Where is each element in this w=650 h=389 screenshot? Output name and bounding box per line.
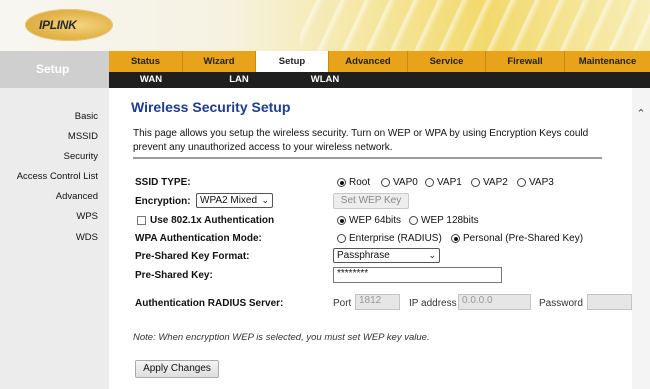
sidebar-item-wds[interactable]: WDS — [76, 232, 98, 243]
wep-64-radio[interactable] — [337, 216, 346, 225]
sub-nav: WAN LAN WLAN — [109, 72, 650, 88]
scrollbar[interactable] — [632, 88, 650, 389]
encryption-label: Encryption: — [135, 196, 191, 207]
psk-format-label: Pre-Shared Key Format: — [135, 251, 250, 262]
ssid-radio-vap2[interactable] — [471, 178, 480, 187]
wpa-enterprise-radio[interactable] — [337, 234, 346, 243]
chevron-down-icon: ⌄ — [428, 250, 436, 260]
divider — [133, 157, 602, 159]
psk-input[interactable]: ******** — [333, 267, 502, 283]
psk-format-select[interactable]: Passphrase ⌄ — [333, 248, 440, 263]
tab-firewall[interactable]: Firewall — [486, 51, 565, 72]
wpa-personal-radio[interactable] — [451, 234, 460, 243]
ssid-radio-vap1[interactable] — [425, 178, 434, 187]
scroll-up-icon[interactable]: ⌃ — [632, 107, 650, 121]
ssid-option-label: VAP3 — [529, 177, 554, 188]
wpa-auth-label: WPA Authentication Mode: — [135, 233, 262, 244]
sidebar-item-advanced[interactable]: Advanced — [56, 191, 98, 202]
ip-address-input[interactable]: 0.0.0.0 — [458, 294, 531, 310]
encryption-select[interactable]: WPA2 Mixed ⌄ — [196, 193, 273, 208]
psk-label: Pre-Shared Key: — [135, 270, 213, 281]
ssid-option-label: VAP0 — [393, 177, 418, 188]
ssid-option-label: Root — [349, 177, 371, 188]
sidebar-item-wps[interactable]: WPS — [76, 211, 98, 222]
set-wep-key-button[interactable]: Set WEP Key — [333, 193, 409, 209]
ip-address-label: IP address — [409, 298, 457, 309]
tab-status[interactable]: Status — [109, 51, 183, 72]
chevron-down-icon: ⌄ — [261, 195, 269, 205]
radius-server-label: Authentication RADIUS Server: — [135, 298, 284, 309]
use-8021x-checkbox[interactable] — [137, 216, 146, 225]
tab-service[interactable]: Service — [408, 51, 486, 72]
wep-128-label: WEP 128bits — [421, 215, 479, 226]
wep-128-radio[interactable] — [409, 216, 418, 225]
tab-wizard[interactable]: Wizard — [183, 51, 256, 72]
tab-advanced[interactable]: Advanced — [329, 51, 408, 72]
tab-setup[interactable]: Setup — [256, 51, 329, 72]
subtab-wan[interactable]: WAN — [121, 72, 181, 88]
ssid-type-label: SSID TYPE: — [135, 177, 191, 188]
ssid-radio-root[interactable] — [337, 178, 346, 187]
port-label: Port — [333, 298, 352, 309]
brand-logo: IPLINK — [25, 9, 113, 41]
psk-format-value: Passphrase — [337, 250, 390, 261]
password-label: Password — [539, 298, 583, 309]
wpa-personal-label: Personal (Pre-Shared Key) — [463, 233, 584, 244]
ssid-option-label: VAP1 — [437, 177, 462, 188]
ssid-radio-vap0[interactable] — [381, 178, 390, 187]
tab-maintenance[interactable]: Maintenance — [565, 51, 650, 72]
banner-decoration — [300, 0, 650, 51]
sidebar-item-basic[interactable]: Basic — [75, 111, 98, 122]
use-8021x-label: Use 802.1x Authentication — [150, 215, 275, 226]
encryption-value: WPA2 Mixed — [200, 195, 258, 206]
logo-text: IPLINK — [39, 18, 77, 32]
wep-note: Note: When encryption WEP is selected, y… — [133, 332, 430, 343]
subtab-wlan[interactable]: WLAN — [295, 72, 355, 88]
side-panel-title: Setup — [36, 62, 70, 76]
sidebar-item-access-control-list[interactable]: Access Control List — [17, 171, 98, 182]
main-nav: Status Wizard Setup Advanced Service Fir… — [109, 51, 650, 72]
ssid-option-label: VAP2 — [483, 177, 508, 188]
password-input[interactable] — [587, 294, 632, 310]
sidebar-item-security[interactable]: Security — [64, 151, 98, 162]
port-input[interactable]: 1812 — [355, 294, 400, 310]
header-banner: IPLINK — [0, 0, 650, 51]
wpa-enterprise-label: Enterprise (RADIUS) — [349, 233, 442, 244]
wep-64-label: WEP 64bits — [349, 215, 402, 226]
sidebar-item-mssid[interactable]: MSSID — [68, 131, 98, 142]
page-title: Wireless Security Setup — [131, 99, 291, 115]
page-description: This page allows you setup the wireless … — [133, 128, 589, 153]
subtab-lan[interactable]: LAN — [209, 72, 269, 88]
ssid-radio-vap3[interactable] — [517, 178, 526, 187]
apply-changes-button[interactable]: Apply Changes — [135, 360, 219, 378]
